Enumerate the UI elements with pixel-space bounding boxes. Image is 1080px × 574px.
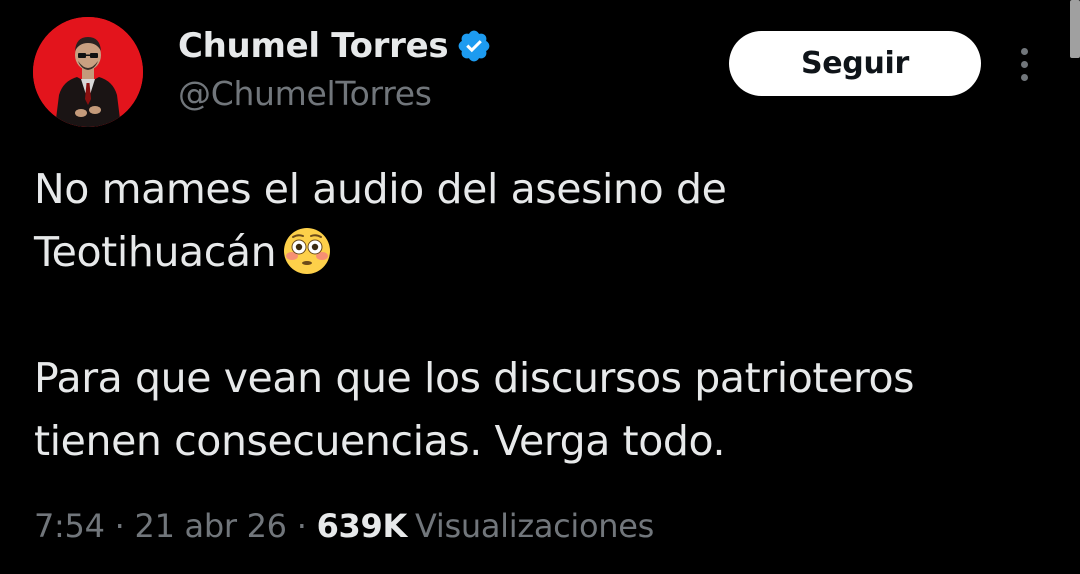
tweet-time[interactable]: 7:54	[34, 507, 105, 545]
tweet-date[interactable]: 21 abr 26	[135, 507, 287, 545]
author-name-row[interactable]: Chumel Torres	[178, 22, 492, 70]
more-dot	[1020, 60, 1028, 68]
views-count[interactable]: 639K	[317, 507, 408, 545]
scrollbar[interactable]	[1070, 0, 1080, 58]
flushed-face-emoji-icon	[282, 226, 332, 276]
tweet-line: Teotihuacán	[34, 228, 277, 276]
verified-badge-icon[interactable]	[456, 28, 492, 64]
more-options-icon[interactable]	[1006, 40, 1042, 88]
tweet-line-with-emoji: Teotihuacán	[34, 221, 1064, 284]
tweet-paragraph-gap	[34, 284, 1064, 347]
views-label[interactable]: Visualizaciones	[415, 507, 654, 545]
follow-button[interactable]: Seguir	[729, 31, 981, 96]
meta-separator: ·	[114, 507, 125, 545]
more-dot	[1020, 73, 1028, 81]
avatar[interactable]	[33, 17, 143, 127]
tweet-meta: 7:54 · 21 abr 26 · 639K Visualizaciones	[34, 502, 654, 550]
tweet-line: tienen consecuencias. Verga todo.	[34, 417, 726, 465]
author-handle[interactable]: @ChumelTorres	[178, 74, 432, 113]
person-photo-icon	[33, 17, 143, 127]
author-display-name[interactable]: Chumel Torres	[178, 26, 449, 66]
meta-separator: ·	[296, 507, 307, 545]
tweet-line: Para que vean que los discursos patriote…	[34, 354, 915, 402]
tweet-line: No mames el audio del asesino de	[34, 165, 727, 213]
tweet-text: No mames el audio del asesino de Teotihu…	[34, 158, 1064, 473]
more-dot	[1020, 47, 1028, 55]
